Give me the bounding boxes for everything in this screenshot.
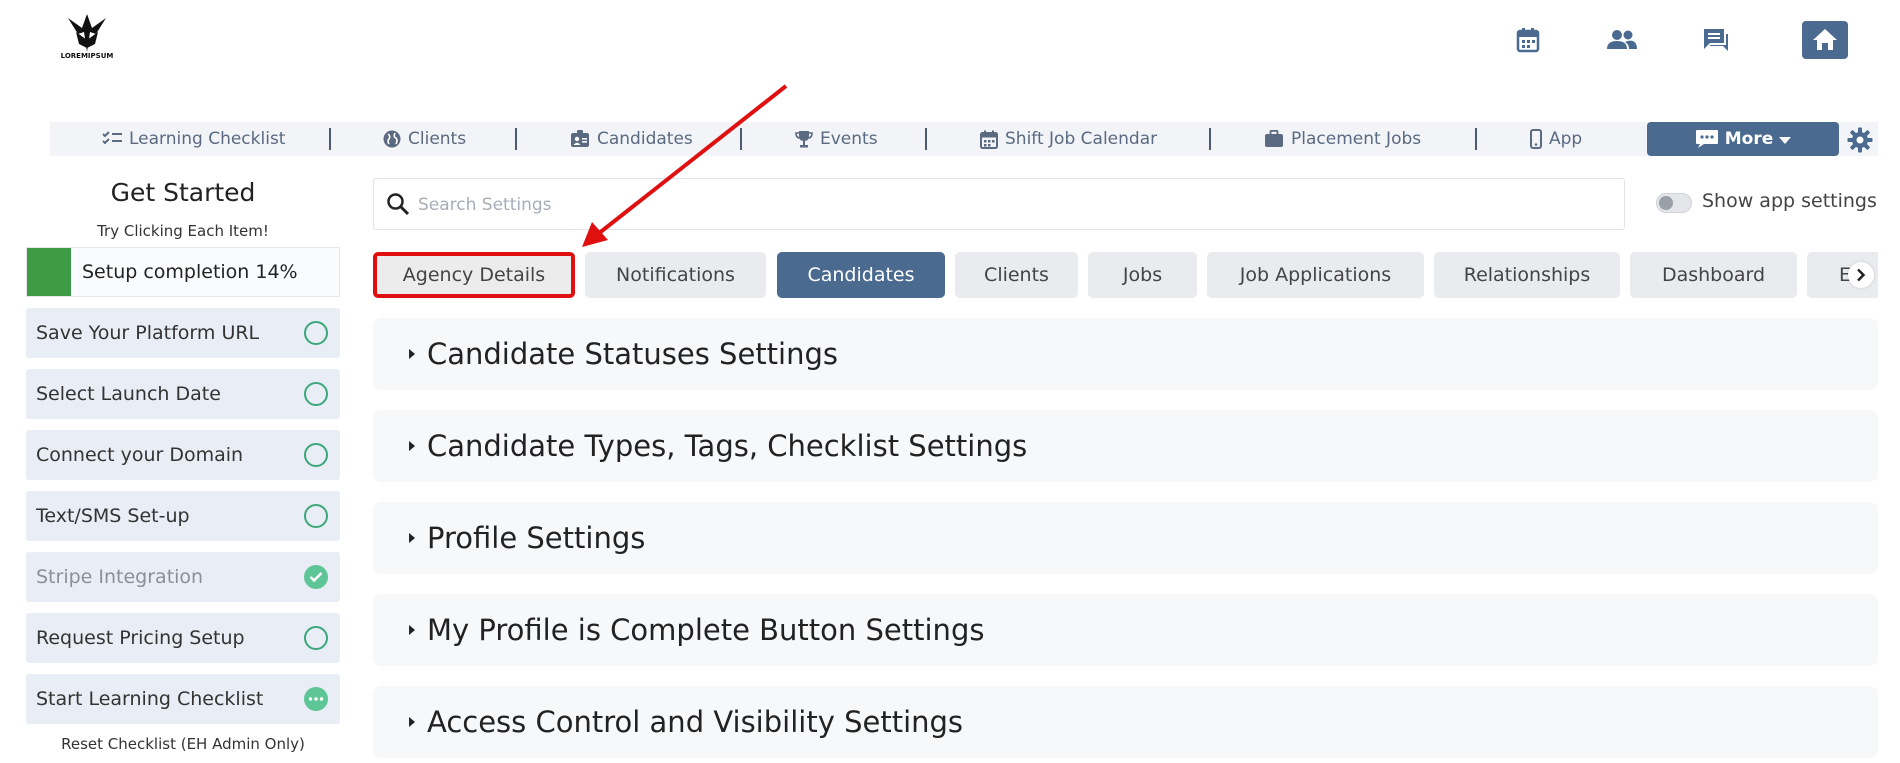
nav-placement-jobs[interactable]: Placement Jobs (1264, 122, 1421, 156)
nav-label: Placement Jobs (1291, 129, 1422, 149)
tab-notifications[interactable]: Notifications (585, 252, 766, 298)
annotation-arrow-icon (582, 84, 788, 247)
caret-right-icon (409, 533, 415, 543)
status-open-circle-icon (304, 382, 328, 406)
show-app-settings-toggle[interactable] (1656, 193, 1692, 213)
status-check-circle-icon (304, 565, 328, 589)
tab-candidates[interactable]: Candidates (777, 252, 945, 298)
toggle-label: Show app settings (1702, 190, 1877, 212)
checklist-item-platform-url[interactable]: Save Your Platform URL (26, 308, 340, 358)
caret-right-icon (409, 625, 415, 635)
settings-gear-button[interactable] (1846, 126, 1874, 154)
checklist-item-label: Stripe Integration (36, 566, 204, 588)
checklist-item-pricing-setup[interactable]: Request Pricing Setup (26, 613, 340, 663)
nav-learning-checklist[interactable]: Learning Checklist (102, 122, 285, 156)
sidebar-subtitle: Try Clicking Each Item! (97, 222, 269, 240)
chat-icon[interactable] (1700, 24, 1732, 56)
nav-label: Shift Job Calendar (1005, 129, 1158, 149)
status-open-circle-icon (304, 504, 328, 528)
sidebar-title: Get Started (110, 178, 256, 207)
home-button[interactable] (1802, 21, 1848, 59)
section-candidate-types[interactable]: Candidate Types, Tags, Checklist Setting… (373, 410, 1878, 482)
checklist-item-stripe[interactable]: Stripe Integration (26, 552, 340, 602)
tab-agency-details[interactable]: Agency Details (373, 252, 575, 298)
status-open-circle-icon (304, 443, 328, 467)
checklist-item-label: Start Learning Checklist (36, 688, 264, 710)
logo-text: LOREMIPSUM (60, 52, 114, 60)
section-title: Candidate Statuses Settings (427, 337, 838, 371)
logo-emblem-icon (68, 14, 106, 52)
status-open-circle-icon (304, 626, 328, 650)
top-nav-bar (50, 122, 1878, 156)
section-access-control[interactable]: Access Control and Visibility Settings (373, 686, 1878, 758)
brand-logo[interactable]: LOREMIPSUM (61, 12, 113, 68)
status-open-circle-icon (304, 321, 328, 345)
nav-label: App (1549, 129, 1583, 149)
status-ellipsis-circle-icon (304, 687, 328, 711)
checklist-item-label: Select Launch Date (36, 383, 221, 405)
section-profile-complete-button[interactable]: My Profile is Complete Button Settings (373, 594, 1878, 666)
nav-label: Clients (408, 129, 467, 149)
tab-relationships[interactable]: Relationships (1434, 252, 1620, 298)
caret-right-icon (409, 441, 415, 451)
chevron-right-icon (1857, 268, 1866, 282)
nav-divider (515, 128, 517, 150)
search-icon (387, 193, 410, 216)
checklist-item-label: Request Pricing Setup (36, 627, 245, 649)
home-icon (1813, 29, 1837, 50)
section-title: Profile Settings (427, 521, 646, 555)
tab-jobs[interactable]: Jobs (1088, 252, 1197, 298)
toggle-knob (1659, 196, 1673, 210)
more-label: More (1724, 129, 1774, 149)
section-profile-settings[interactable]: Profile Settings (373, 502, 1878, 574)
caret-down-icon (1779, 136, 1792, 144)
progress-label: Setup completion 14% (82, 261, 298, 283)
checklist-item-label: Text/SMS Set-up (36, 505, 190, 527)
nav-app[interactable]: App (1530, 122, 1582, 156)
progress-fill (27, 248, 71, 296)
briefcase-icon (1265, 130, 1283, 147)
checklist-item-label: Save Your Platform URL (36, 322, 260, 344)
setup-progress-bar: Setup completion 14% (26, 247, 340, 297)
caret-right-icon (409, 349, 415, 359)
tab-dashboard[interactable]: Dashboard (1630, 252, 1797, 298)
globe-icon (383, 130, 401, 148)
checklist-item-label: Connect your Domain (36, 444, 244, 466)
comment-dots-icon (1695, 130, 1718, 148)
settings-search-box[interactable] (373, 178, 1625, 230)
section-title: Access Control and Visibility Settings (427, 705, 964, 739)
nav-clients[interactable]: Clients (383, 122, 466, 156)
mobile-icon (1530, 129, 1542, 149)
more-dropdown-button[interactable]: More (1647, 122, 1839, 156)
section-title: My Profile is Complete Button Settings (427, 613, 985, 647)
tab-clients[interactable]: Clients (955, 252, 1078, 298)
tabs-scroll-right-button[interactable] (1848, 262, 1874, 288)
calendar-icon (980, 130, 998, 149)
checklist-item-launch-date[interactable]: Select Launch Date (26, 369, 340, 419)
people-icon[interactable] (1606, 24, 1638, 56)
nav-events[interactable]: Events (795, 122, 878, 156)
nav-label: Events (820, 129, 878, 149)
calendar-icon[interactable] (1512, 24, 1544, 56)
checklist-icon (102, 131, 122, 145)
nav-divider (329, 128, 331, 150)
checklist-item-sms-setup[interactable]: Text/SMS Set-up (26, 491, 340, 541)
section-title: Candidate Types, Tags, Checklist Setting… (427, 429, 1028, 463)
gear-icon (1847, 127, 1873, 153)
settings-tabs: Agency Details Notifications Candidates … (373, 252, 1878, 298)
caret-right-icon (409, 717, 415, 727)
nav-shift-job-calendar[interactable]: Shift Job Calendar (980, 122, 1157, 156)
nav-divider (1475, 128, 1477, 150)
tab-job-applications[interactable]: Job Applications (1207, 252, 1424, 298)
nav-divider (1209, 128, 1211, 150)
section-candidate-statuses[interactable]: Candidate Statuses Settings (373, 318, 1878, 390)
checklist-item-connect-domain[interactable]: Connect your Domain (26, 430, 340, 480)
reset-checklist-link[interactable]: Reset Checklist (EH Admin Only) (26, 735, 340, 753)
nav-divider (925, 128, 927, 150)
checklist-item-learning-checklist[interactable]: Start Learning Checklist (26, 674, 340, 724)
nav-label: Learning Checklist (129, 129, 286, 149)
